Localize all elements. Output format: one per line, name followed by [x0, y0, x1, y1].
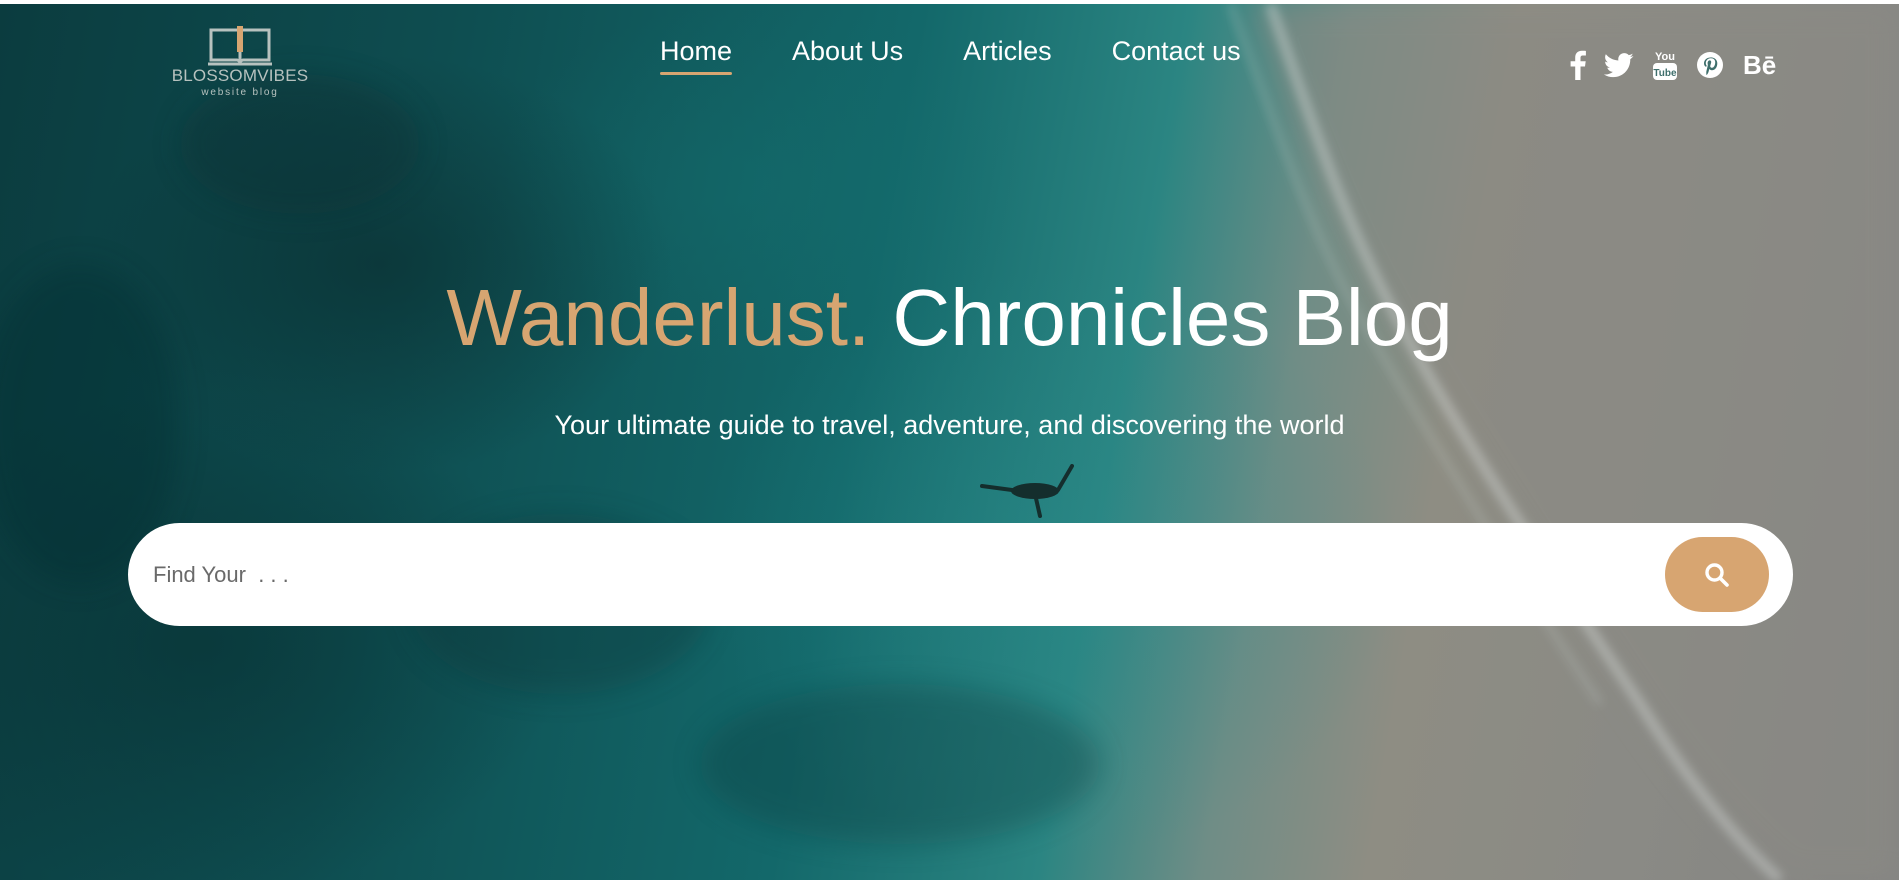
logo-name: BLOSSOMVIBES [171, 66, 309, 85]
nav-item-about-us[interactable]: About Us [792, 36, 903, 75]
search-icon [1705, 562, 1729, 587]
main-nav: Home About Us Articles Contact us [660, 36, 1241, 75]
hero-title-main: Chronicles Blog [870, 273, 1453, 362]
nav-item-home[interactable]: Home [660, 36, 733, 75]
site-logo[interactable]: BLOSSOMVIBES website blog [170, 24, 310, 114]
youtube-icon[interactable]: You Tube [1652, 50, 1678, 80]
hero-title-accent: Wanderlust. [446, 273, 871, 362]
hero-title: Wanderlust. Chronicles Blog [0, 270, 1899, 366]
pinterest-icon[interactable] [1696, 50, 1724, 80]
nav-item-articles[interactable]: Articles [963, 36, 1052, 75]
open-book-icon [207, 24, 273, 66]
swimmer-figure [980, 464, 1074, 518]
youtube-text-top: You [1655, 51, 1675, 63]
nav-item-contact-us[interactable]: Contact us [1112, 36, 1241, 75]
twitter-icon[interactable] [1604, 50, 1634, 80]
shoreline-foam [0, 4, 1899, 880]
behance-icon[interactable]: Bē [1742, 50, 1780, 80]
search-input[interactable] [151, 544, 1665, 605]
hero-subtitle: Your ultimate guide to travel, adventure… [554, 410, 1345, 440]
youtube-text-bottom: Tube [1653, 68, 1677, 79]
facebook-icon[interactable] [1570, 50, 1586, 80]
search-bar [128, 523, 1793, 626]
hero-section: BLOSSOMVIBES website blog Home About Us … [0, 4, 1899, 880]
behance-text: Bē [1743, 51, 1776, 79]
social-links: You Tube Bē [1570, 50, 1780, 80]
logo-tagline: website blog [201, 87, 279, 98]
search-button[interactable] [1665, 537, 1769, 612]
